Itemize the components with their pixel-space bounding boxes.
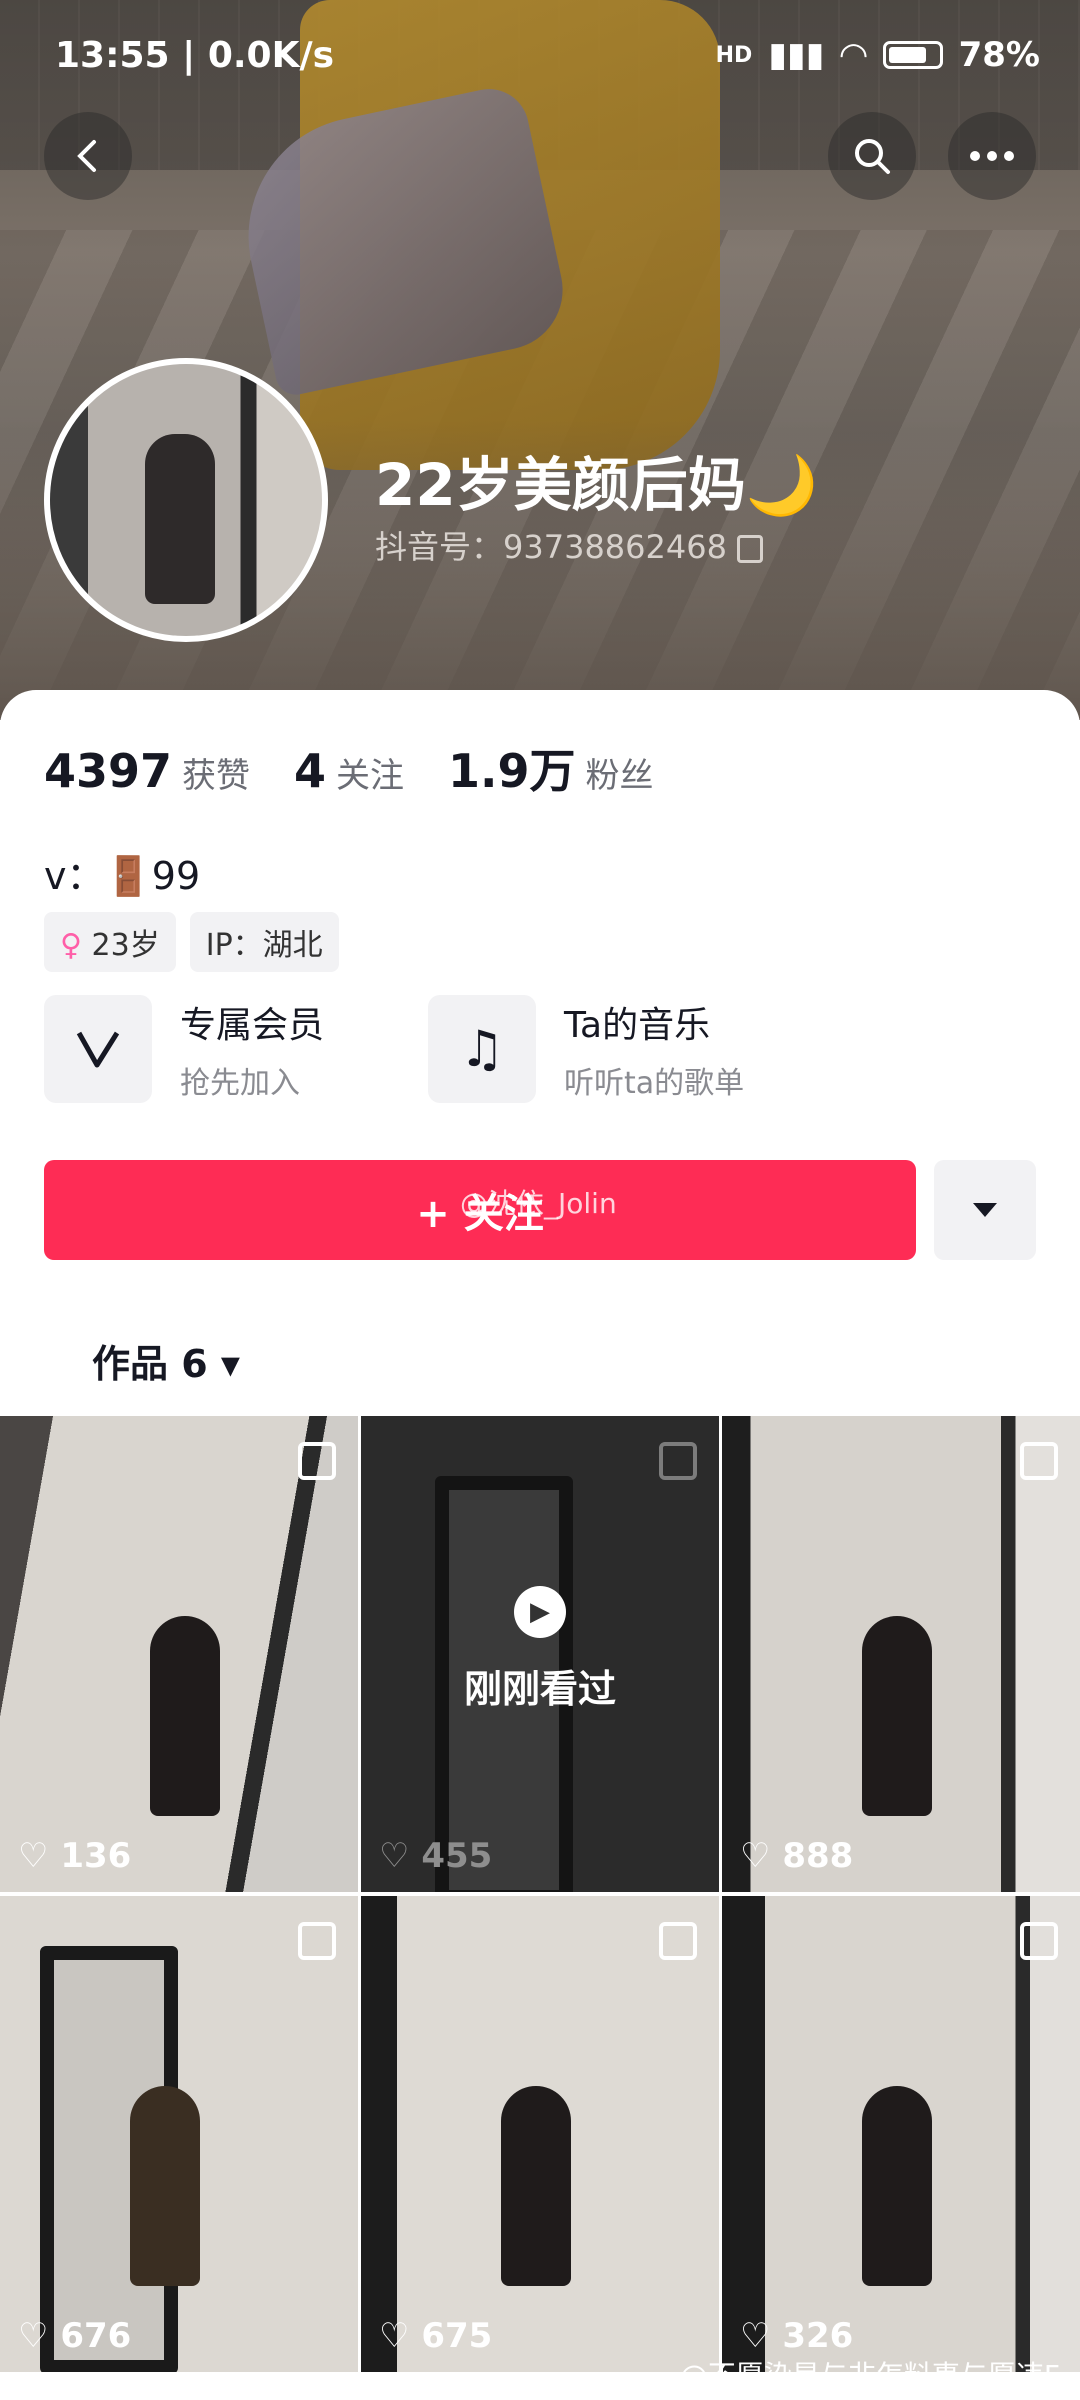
video-grid: ♡ 136 ▶ 刚刚看过 ♡ 455 ♡ 888 ♡ 676 ♡ 675 ♡ 3… (0, 1416, 1080, 2400)
feature-vip-sub: 抢先加入 (180, 1066, 300, 1101)
profile-name: 22岁美颜后妈🌙 (375, 451, 818, 519)
video-likes: ♡ 888 (740, 1836, 854, 1876)
feature-music-title: Ta的音乐 (564, 1005, 711, 1046)
female-icon: ♀ (60, 928, 82, 963)
status-bar: 13:55 | 0.0K/s HD ▮▮▮ ◠ 78% (0, 0, 1080, 110)
tag-age: ♀ 23岁 (44, 912, 176, 972)
tab-works[interactable]: 作品 6 ▾ (92, 1333, 240, 1388)
stat-followers[interactable]: 1.9万 粉丝 (448, 735, 654, 801)
overlay-watermark: @沈依_Jolin (460, 1187, 617, 1220)
video-likes: ♡ 136 (18, 1836, 132, 1876)
video-thumb[interactable]: ♡ 675 (361, 1896, 719, 2372)
video-thumb[interactable]: ♡ 676 (0, 1896, 358, 2372)
feature-vip[interactable]: 专属会员 抢先加入 (44, 995, 324, 1103)
video-likes: ♡ 326 (740, 2316, 854, 2356)
recommend-dropdown-button[interactable] (934, 1160, 1036, 1260)
caret-down-icon (973, 1203, 997, 1217)
video-thumb[interactable]: ♡ 326 (722, 1896, 1080, 2372)
credit-watermark: @不愿染是与非怎料事与愿违F (679, 2359, 1060, 2392)
multi-image-icon (1020, 1922, 1058, 1960)
search-icon (855, 139, 890, 174)
profile-tags: ♀ 23岁 IP：湖北 (44, 912, 339, 972)
back-button[interactable] (44, 112, 132, 200)
status-time: 13:55 | 0.0K/s (55, 35, 335, 76)
tag-ip: IP：湖北 (189, 912, 339, 972)
feature-vip-title: 专属会员 (180, 1005, 325, 1046)
video-thumb[interactable]: ▶ 刚刚看过 ♡ 455 (361, 1416, 719, 1892)
search-button[interactable] (828, 112, 916, 200)
bio-text: v：🚪99 (44, 854, 201, 898)
multi-image-icon (298, 1442, 336, 1480)
feature-music[interactable]: ♫ Ta的音乐 听听ta的歌单 (428, 995, 744, 1103)
copy-icon[interactable] (736, 535, 763, 563)
video-likes: ♡ 455 (379, 1836, 493, 1876)
multi-image-icon (659, 1442, 697, 1480)
profile-stats: 4397 获赞 4 关注 1.9万 粉丝 (44, 735, 654, 801)
douyin-id[interactable]: 抖音号：93738862468 (375, 522, 763, 568)
signal-icon: ▮▮▮ (768, 35, 825, 75)
battery-percent: 78% (958, 35, 1040, 75)
vip-icon (44, 995, 152, 1103)
video-thumb[interactable]: ♡ 136 (0, 1416, 358, 1892)
avatar[interactable] (44, 358, 328, 642)
multi-image-icon (1020, 1442, 1058, 1480)
multi-image-icon (659, 1922, 697, 1960)
chevron-left-icon (77, 140, 96, 172)
multi-image-icon (298, 1922, 336, 1960)
stat-following[interactable]: 4 关注 (294, 744, 404, 798)
more-options-button[interactable] (948, 112, 1036, 200)
video-likes: ♡ 676 (18, 2316, 132, 2356)
video-thumb[interactable]: ♡ 888 (722, 1416, 1080, 1892)
battery-icon (882, 41, 943, 69)
music-icon: ♫ (428, 995, 536, 1103)
wifi-icon: ◠ (840, 35, 867, 75)
more-icon (970, 151, 1014, 161)
video-likes: ♡ 675 (379, 2316, 493, 2356)
network-icon: HD (715, 42, 753, 68)
status-icons: HD ▮▮▮ ◠ 78% (716, 35, 1040, 75)
recently-viewed-overlay: ▶ 刚刚看过 (361, 1586, 719, 1713)
stat-likes[interactable]: 4397 获赞 (44, 744, 250, 798)
play-icon: ▶ (514, 1586, 566, 1638)
feature-music-sub: 听听ta的歌单 (564, 1066, 745, 1101)
